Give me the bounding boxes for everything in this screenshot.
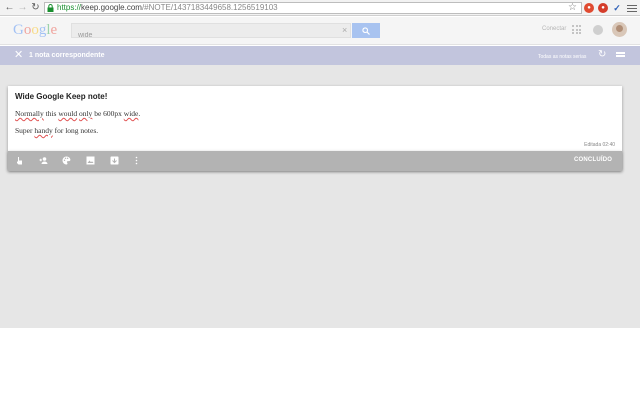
search-input[interactable] (72, 29, 334, 42)
avatar[interactable] (612, 22, 627, 37)
note-body-line[interactable]: Super handy for long notes. (15, 126, 98, 135)
apps-grid-icon[interactable] (572, 25, 581, 34)
extension-icon[interactable]: ✓ (612, 3, 622, 13)
note-title[interactable]: Wide Google Keep note! (15, 92, 107, 101)
browser-menu-icon[interactable] (627, 3, 637, 13)
note-edited-time: Editada 02:40 (584, 142, 615, 148)
address-bar[interactable]: https://keep.google.com/#NOTE/1437183449… (44, 2, 582, 14)
search-box: × (71, 23, 351, 42)
main-content: Wide Google Keep note! Normally this wou… (0, 65, 640, 328)
search-results-bar: ✕ 1 nota correspondente Todas as notas s… (0, 46, 640, 65)
image-icon[interactable] (86, 156, 95, 165)
reload-icon[interactable]: ↻ (29, 1, 42, 15)
done-button[interactable]: CONCLUÍDO (574, 157, 612, 163)
note-toolbar: CONCLUÍDO (8, 151, 622, 171)
back-icon[interactable]: ← (3, 1, 16, 15)
notifications-icon[interactable] (593, 25, 603, 35)
search-button[interactable] (352, 23, 380, 38)
all-notes-label[interactable]: Todas as notas serias (538, 54, 586, 60)
reminder-icon[interactable] (15, 156, 24, 165)
google-header: Google × Conectar (0, 17, 640, 45)
close-icon[interactable]: ✕ (14, 49, 23, 61)
search-icon (362, 26, 370, 35)
browser-toolbar: ← → ↻ https://keep.google.com/#NOTE/1437… (0, 0, 640, 16)
star-icon[interactable]: ☆ (568, 2, 577, 14)
palette-icon[interactable] (62, 156, 71, 165)
extension-icon[interactable]: ● (584, 3, 594, 13)
extension-icon[interactable]: ● (598, 3, 608, 13)
url-text: https://keep.google.com/#NOTE/1437183449… (57, 3, 278, 12)
list-view-icon[interactable] (616, 52, 625, 59)
forward-icon[interactable]: → (16, 1, 29, 15)
results-count: 1 nota correspondente (29, 52, 105, 59)
more-icon[interactable] (132, 156, 141, 165)
refresh-icon[interactable]: ↻ (598, 50, 606, 60)
clear-search-icon[interactable]: × (342, 25, 347, 36)
google-logo[interactable]: Google (13, 22, 57, 39)
archive-icon[interactable] (110, 156, 119, 165)
lock-icon (47, 4, 54, 12)
note-body-line[interactable]: Normally this would only be 600px wide. (15, 109, 140, 118)
collaborator-icon[interactable] (39, 156, 48, 165)
signin-link[interactable]: Conectar (542, 26, 566, 32)
